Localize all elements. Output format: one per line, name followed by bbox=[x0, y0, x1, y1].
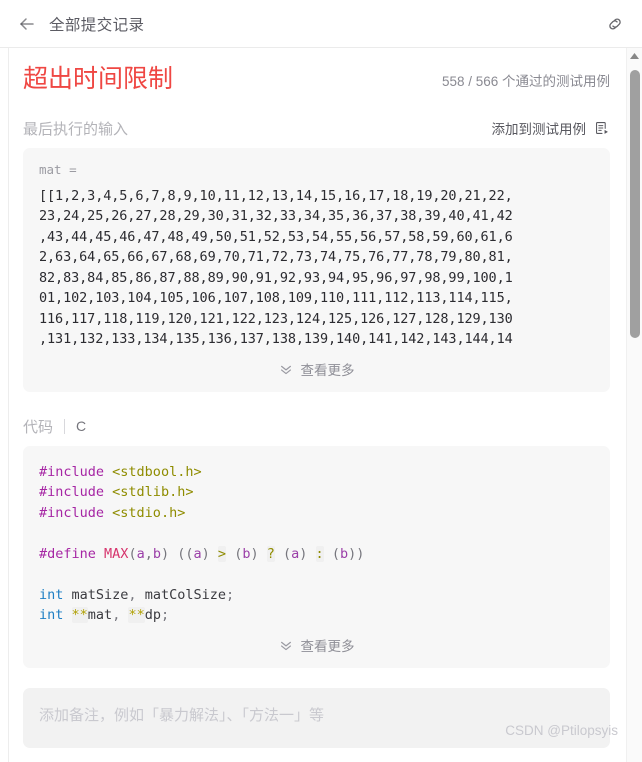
code-token: , bbox=[144, 545, 153, 562]
code-token: ( bbox=[323, 545, 340, 562]
code-token: ) bbox=[201, 545, 218, 562]
top-bar: 全部提交记录 bbox=[0, 0, 642, 48]
code-token: <stdio.h> bbox=[112, 504, 186, 521]
input-section-header: 最后执行的输入 添加到测试用例 bbox=[23, 118, 610, 139]
data-line: ,131,132,133,134,135,136,137,138,139,140… bbox=[39, 331, 513, 347]
code-line: #include <stdio.h> bbox=[39, 503, 594, 524]
body-wrapper: 超出时间限制 558 / 566 个通过的测试用例 最后执行的输入 添加到测试用… bbox=[0, 48, 642, 762]
code-token: ) (( bbox=[161, 545, 194, 562]
code-token: > bbox=[217, 545, 227, 562]
code-line: #include <stdbool.h> bbox=[39, 462, 594, 483]
code-token: matColSize bbox=[136, 586, 226, 603]
code-view-more-button[interactable]: 查看更多 bbox=[39, 626, 594, 664]
code-token: , bbox=[128, 586, 137, 603]
code-panel: #include <stdbool.h> #include <stdlib.h> #… bbox=[23, 445, 610, 668]
code-token: #include bbox=[39, 504, 105, 521]
code-token: ; bbox=[225, 586, 235, 603]
code-token: : bbox=[315, 545, 324, 562]
code-token: a bbox=[193, 545, 202, 562]
code-header-separator bbox=[64, 418, 66, 434]
scroll-content: 超出时间限制 558 / 566 个通过的测试用例 最后执行的输入 添加到测试用… bbox=[9, 48, 626, 762]
input-panel: mat = [[1,2,3,4,5,6,7,8,9,10,11,12,13,14… bbox=[23, 147, 610, 392]
code-section-title: 代码 bbox=[23, 418, 54, 436]
scrollbar-thumb[interactable] bbox=[630, 70, 640, 338]
code-token: ; bbox=[161, 607, 170, 623]
code-token: b bbox=[152, 545, 161, 562]
code-token: ( bbox=[274, 545, 292, 562]
vertical-scrollbar[interactable] bbox=[626, 48, 642, 762]
add-to-testcase-label: 添加到测试用例 bbox=[491, 122, 587, 137]
data-line: 2,63,64,65,66,67,68,69,70,71,72,73,74,75… bbox=[39, 249, 513, 265]
code-language-label: C bbox=[76, 418, 87, 434]
code-lines: #include <stdbool.h> #include <stdlib.h> #… bbox=[39, 462, 594, 626]
code-line: #include <stdlib.h> bbox=[39, 482, 594, 503]
arrow-left-icon[interactable] bbox=[16, 13, 38, 35]
code-token: #include bbox=[39, 463, 105, 480]
code-token: <stdlib.h> bbox=[112, 484, 194, 500]
page-title: 全部提交记录 bbox=[49, 16, 145, 34]
code-token: ) bbox=[250, 545, 267, 562]
code-token: )) bbox=[348, 545, 365, 562]
code-token: b bbox=[339, 545, 349, 562]
code-line: int **mat, **dp; bbox=[39, 605, 594, 626]
note-input-box[interactable]: 添加备注，例如「暴力解法」、「方法一」等 bbox=[23, 687, 610, 748]
code-token: MAX bbox=[104, 545, 129, 562]
code-token: #define bbox=[39, 545, 96, 562]
code-token: ? bbox=[266, 545, 275, 562]
code-token: ** bbox=[71, 607, 88, 623]
triangle-up-icon[interactable] bbox=[627, 52, 642, 60]
code-token: int bbox=[39, 607, 64, 623]
code-token: ( bbox=[226, 545, 243, 562]
double-chevron-down-icon bbox=[279, 638, 293, 652]
input-view-more-label: 查看更多 bbox=[300, 362, 355, 378]
add-to-testcase-button[interactable]: 添加到测试用例 bbox=[492, 118, 611, 138]
code-token: int bbox=[39, 586, 64, 603]
code-section-header: 代码 C bbox=[23, 416, 610, 437]
submission-detail-page: 全部提交记录 超出时间限制 558 / 566 个通过的测试用例 最后执行的输入 bbox=[0, 0, 642, 762]
verdict-text: 超出时间限制 bbox=[23, 65, 174, 93]
code-token: ( bbox=[128, 545, 137, 562]
code-view-more-label: 查看更多 bbox=[300, 638, 355, 654]
result-header: 超出时间限制 558 / 566 个通过的测试用例 bbox=[23, 48, 610, 94]
chain-link-icon[interactable] bbox=[602, 11, 628, 37]
data-line: 82,83,84,85,86,87,88,89,90,91,92,93,94,9… bbox=[39, 269, 513, 286]
testcase-count: 558 / 566 个通过的测试用例 bbox=[441, 73, 610, 89]
left-gutter bbox=[0, 48, 9, 762]
code-token: mat bbox=[87, 607, 113, 623]
code-token: ) bbox=[299, 545, 316, 562]
data-line: 23,24,25,26,27,28,29,30,31,32,33,34,35,3… bbox=[39, 208, 513, 224]
add-testcase-icon bbox=[594, 120, 610, 136]
code-line: int matSize, matColSize; bbox=[39, 585, 594, 606]
code-token: a bbox=[136, 545, 145, 562]
data-line: [[1,2,3,4,5,6,7,8,9,10,11,12,13,14,15,16… bbox=[39, 187, 513, 204]
data-line: 116,117,118,119,120,121,122,123,124,125,… bbox=[39, 310, 513, 327]
input-data-lines: [[1,2,3,4,5,6,7,8,9,10,11,12,13,14,15,16… bbox=[39, 186, 594, 350]
code-token: #include bbox=[39, 484, 105, 500]
code-token: ** bbox=[128, 607, 145, 623]
data-line: 01,102,103,104,105,106,107,108,109,110,1… bbox=[39, 290, 513, 306]
data-line: ,43,44,45,46,47,48,49,50,51,52,53,54,55,… bbox=[39, 228, 513, 245]
code-token: <stdbool.h> bbox=[112, 463, 202, 480]
note-placeholder: 添加备注，例如「暴力解法」、「方法一」等 bbox=[39, 706, 325, 724]
code-token: dp bbox=[144, 607, 161, 623]
code-token: matSize bbox=[63, 586, 129, 603]
double-chevron-down-icon bbox=[279, 362, 293, 376]
code-line: #define MAX(a,b) ((a) > (b) ? (a) : (b)) bbox=[39, 544, 594, 565]
input-section-title: 最后执行的输入 bbox=[23, 120, 129, 138]
input-view-more-button[interactable]: 查看更多 bbox=[39, 350, 594, 388]
input-var-label: mat = bbox=[39, 161, 77, 177]
